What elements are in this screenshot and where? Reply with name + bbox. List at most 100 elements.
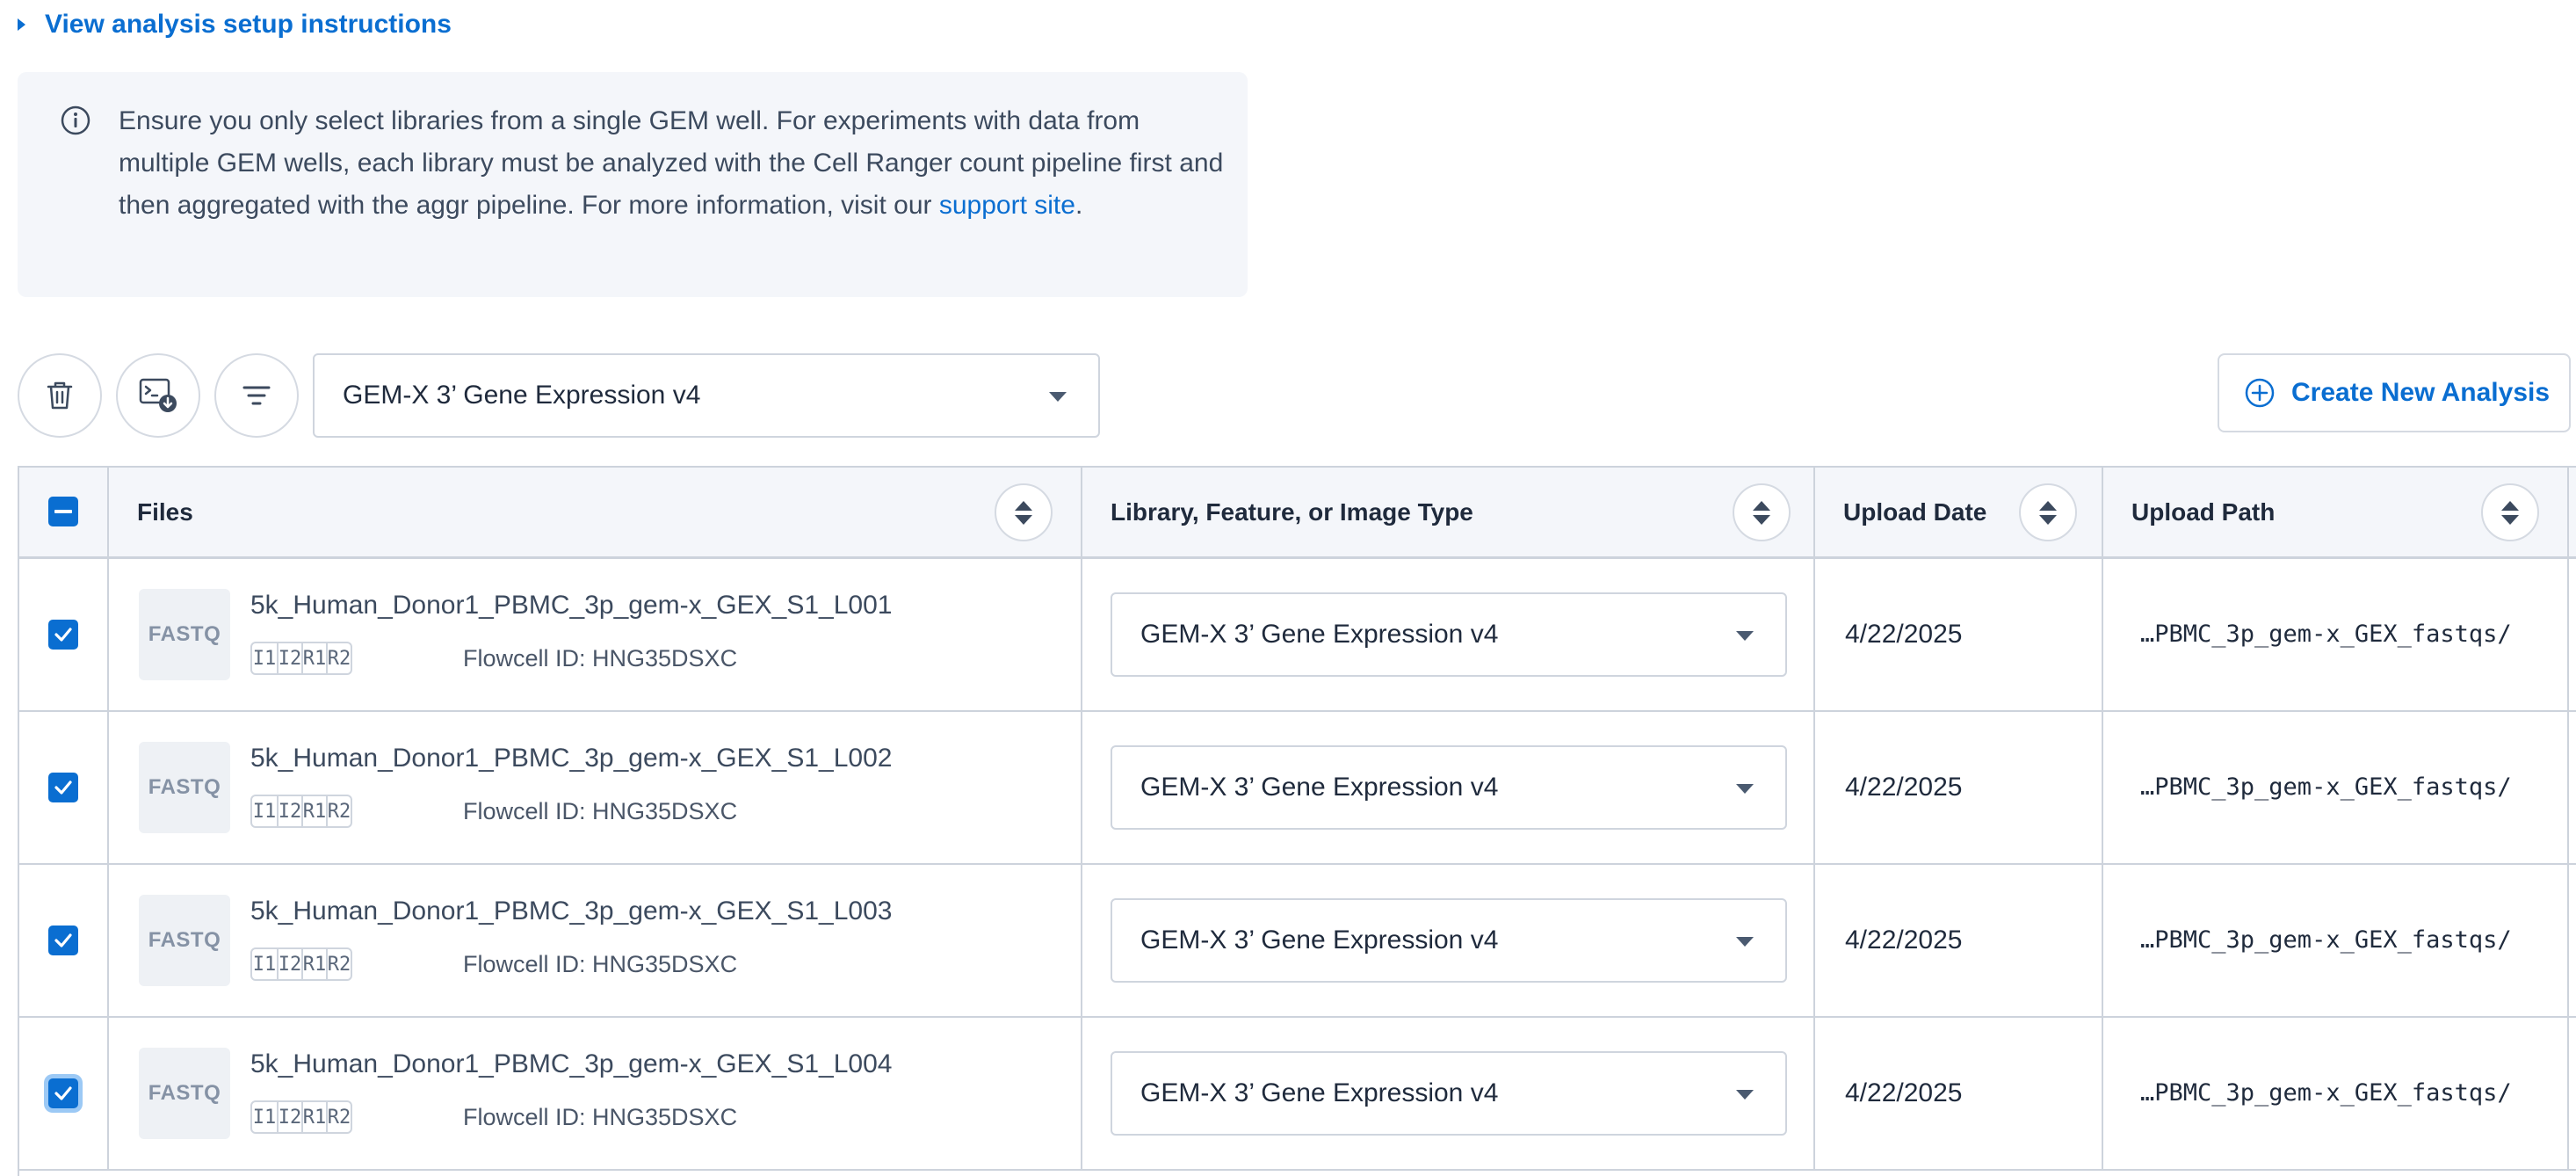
upload-path-cell: …PBMC_3p_gem-x_GEX_fastqs/ bbox=[2103, 712, 2569, 863]
sort-upload-date-button[interactable] bbox=[2019, 483, 2077, 541]
table-header: Files Library, Feature, or Image Type Up… bbox=[19, 468, 2576, 559]
read-tag: I2 bbox=[277, 1102, 301, 1132]
sort-files-button[interactable] bbox=[995, 483, 1053, 541]
chemistry-select-value: GEM-X 3’ Gene Expression v4 bbox=[343, 381, 701, 410]
table-row[interactable]: FASTQ 5k_Human_Donor1_PBMC_3p_gem-x_GEX_… bbox=[19, 559, 2576, 712]
sort-down-icon bbox=[2039, 514, 2057, 525]
setup-link-label: View analysis setup instructions bbox=[45, 10, 452, 39]
download-script-button[interactable] bbox=[116, 353, 200, 438]
upload-path: …PBMC_3p_gem-x_GEX_fastqs/ bbox=[2140, 1079, 2512, 1107]
library-type-value: GEM-X 3’ Gene Expression v4 bbox=[1140, 773, 1499, 802]
info-message-end: . bbox=[1075, 191, 1083, 220]
analysis-setup-page: View analysis setup instructions Ensure … bbox=[0, 0, 2576, 1176]
type-cell: GEM-X 3’ Gene Expression v4 bbox=[1082, 865, 1815, 1016]
filter-icon bbox=[242, 386, 271, 405]
files-header-label: Files bbox=[137, 497, 193, 526]
file-name: 5k_Human_Donor1_PBMC_3p_gem-x_GEX_S1_L00… bbox=[250, 897, 893, 926]
table-row[interactable]: FASTQ 5k_Human_Donor1_PBMC_3p_gem-x_GEX_… bbox=[19, 1018, 2576, 1171]
read-tag: R1 bbox=[301, 949, 326, 979]
type-header-label: Library, Feature, or Image Type bbox=[1111, 497, 1473, 526]
caret-right-icon bbox=[18, 18, 25, 31]
upload-path-header-label: Upload Path bbox=[2131, 497, 2276, 526]
upload-date: 4/22/2025 bbox=[1845, 1078, 1963, 1107]
read-tags: I1 I2 R1 R2 bbox=[250, 795, 352, 828]
fastq-thumbnail: FASTQ bbox=[139, 742, 230, 833]
flowcell-id: Flowcell ID: HNG35DSXC bbox=[463, 951, 738, 977]
sort-up-icon bbox=[2039, 500, 2057, 511]
type-cell: GEM-X 3’ Gene Expression v4 bbox=[1082, 559, 1815, 710]
read-tag: I2 bbox=[277, 796, 301, 826]
chevron-down-icon bbox=[1049, 392, 1067, 402]
info-callout: Ensure you only select libraries from a … bbox=[18, 72, 1248, 297]
sort-up-icon bbox=[1753, 500, 1770, 511]
create-new-analysis-label: Create New Analysis bbox=[2291, 378, 2551, 407]
read-tag: I1 bbox=[252, 647, 277, 670]
upload-date: 4/22/2025 bbox=[1845, 926, 1963, 955]
upload-path-cell: …PBMC_3p_gem-x_GEX_fastqs/ bbox=[2103, 865, 2569, 1016]
flowcell-id: Flowcell ID: HNG35DSXC bbox=[463, 645, 738, 671]
files-column-header: Files bbox=[109, 468, 1082, 556]
file-name: 5k_Human_Donor1_PBMC_3p_gem-x_GEX_S1_L00… bbox=[250, 591, 893, 620]
flowcell-id: Flowcell ID: HNG35DSXC bbox=[463, 1104, 738, 1130]
sort-down-icon bbox=[1753, 514, 1770, 525]
sort-down-icon bbox=[2501, 514, 2519, 525]
type-column-header: Library, Feature, or Image Type bbox=[1082, 468, 1815, 556]
library-type-select[interactable]: GEM-X 3’ Gene Expression v4 bbox=[1111, 1051, 1787, 1136]
fastq-thumbnail: FASTQ bbox=[139, 589, 230, 680]
chemistry-select[interactable]: GEM-X 3’ Gene Expression v4 bbox=[313, 353, 1100, 438]
upload-date-column-header: Upload Date bbox=[1815, 468, 2103, 556]
upload-path: …PBMC_3p_gem-x_GEX_fastqs/ bbox=[2140, 926, 2512, 954]
file-name: 5k_Human_Donor1_PBMC_3p_gem-x_GEX_S1_L00… bbox=[250, 1049, 893, 1078]
upload-path-cell: …PBMC_3p_gem-x_GEX_fastqs/ bbox=[2103, 559, 2569, 710]
table-row[interactable]: FASTQ 5k_Human_Donor1_PBMC_3p_gem-x_GEX_… bbox=[19, 865, 2576, 1018]
create-new-analysis-button[interactable]: Create New Analysis bbox=[2218, 353, 2571, 432]
chevron-down-icon bbox=[1736, 1090, 1754, 1100]
fastq-thumbnail: FASTQ bbox=[139, 1048, 230, 1139]
read-tag: I1 bbox=[252, 800, 277, 823]
chevron-down-icon bbox=[1736, 937, 1754, 947]
upload-date: 4/22/2025 bbox=[1845, 773, 1963, 802]
library-type-select[interactable]: GEM-X 3’ Gene Expression v4 bbox=[1111, 898, 1787, 983]
read-tag: R2 bbox=[326, 949, 351, 979]
select-all-checkbox[interactable] bbox=[48, 497, 78, 526]
read-tag: R1 bbox=[301, 643, 326, 673]
type-cell: GEM-X 3’ Gene Expression v4 bbox=[1082, 712, 1815, 863]
plus-circle-icon bbox=[2245, 378, 2275, 408]
info-text: Ensure you only select libraries from a … bbox=[119, 100, 1226, 227]
library-type-select[interactable]: GEM-X 3’ Gene Expression v4 bbox=[1111, 745, 1787, 830]
sort-upload-path-button[interactable] bbox=[2481, 483, 2539, 541]
upload-path-column-header: Upload Path bbox=[2103, 468, 2569, 556]
select-all-header bbox=[19, 468, 109, 556]
sort-type-button[interactable] bbox=[1733, 483, 1791, 541]
flowcell-id: Flowcell ID: HNG35DSXC bbox=[463, 798, 738, 824]
table-row[interactable]: FASTQ 5k_Human_Donor1_PBMC_3p_gem-x_GEX_… bbox=[19, 712, 2576, 865]
read-tags: I1 I2 R1 R2 bbox=[250, 1100, 352, 1134]
read-tag: R1 bbox=[301, 796, 326, 826]
read-tag: I2 bbox=[277, 643, 301, 673]
library-table: Files Library, Feature, or Image Type Up… bbox=[18, 466, 2576, 1176]
support-site-link[interactable]: support site bbox=[939, 191, 1075, 220]
read-tag: I1 bbox=[252, 1106, 277, 1129]
view-setup-instructions-link[interactable]: View analysis setup instructions bbox=[18, 5, 452, 44]
file-cell: FASTQ 5k_Human_Donor1_PBMC_3p_gem-x_GEX_… bbox=[19, 1018, 1082, 1169]
read-tag: R2 bbox=[326, 796, 351, 826]
type-cell: GEM-X 3’ Gene Expression v4 bbox=[1082, 1018, 1815, 1169]
chevron-down-icon bbox=[1736, 784, 1754, 794]
upload-date-cell: 4/22/2025 bbox=[1815, 865, 2103, 1016]
library-type-select[interactable]: GEM-X 3’ Gene Expression v4 bbox=[1111, 592, 1787, 677]
sort-up-icon bbox=[1015, 500, 1032, 511]
filter-button[interactable] bbox=[214, 353, 299, 438]
sort-down-icon bbox=[1015, 514, 1032, 525]
file-name: 5k_Human_Donor1_PBMC_3p_gem-x_GEX_S1_L00… bbox=[250, 744, 893, 773]
delete-button[interactable] bbox=[18, 353, 102, 438]
read-tags: I1 I2 R1 R2 bbox=[250, 642, 352, 675]
read-tag: R1 bbox=[301, 1102, 326, 1132]
chevron-down-icon bbox=[1736, 631, 1754, 641]
read-tag: R2 bbox=[326, 643, 351, 673]
file-cell: FASTQ 5k_Human_Donor1_PBMC_3p_gem-x_GEX_… bbox=[19, 712, 1082, 863]
minus-icon bbox=[54, 510, 72, 513]
sort-up-icon bbox=[2501, 500, 2519, 511]
library-type-value: GEM-X 3’ Gene Expression v4 bbox=[1140, 620, 1499, 649]
file-cell: FASTQ 5k_Human_Donor1_PBMC_3p_gem-x_GEX_… bbox=[19, 865, 1082, 1016]
library-type-value: GEM-X 3’ Gene Expression v4 bbox=[1140, 1078, 1499, 1107]
